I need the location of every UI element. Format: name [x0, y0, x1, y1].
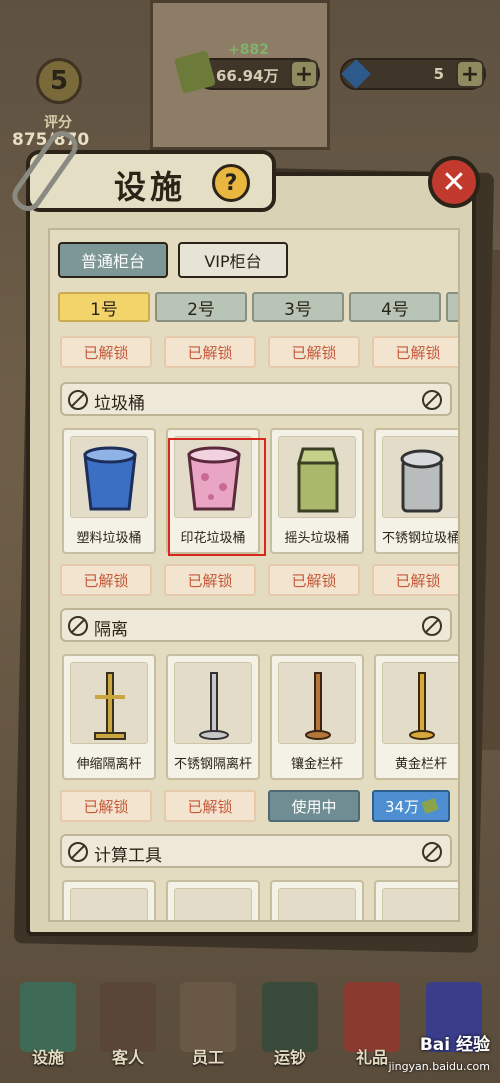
price-value: 34万	[384, 797, 420, 816]
nav-label: 运钞	[273, 1048, 306, 1067]
item-card[interactable]: 不锈钢垃圾桶	[374, 428, 460, 554]
cash-counter-icon	[382, 888, 458, 920]
add-gem-button[interactable]: +	[456, 60, 484, 88]
item-card[interactable]: 黄金栏杆	[374, 654, 458, 780]
unlock-status: 已解锁	[60, 336, 152, 368]
unlock-status: 已解锁	[164, 790, 256, 822]
panel-content: 普通柜台 VIP柜台 1号 2号 3号 4号 已解锁 已解锁 已解锁 已解锁 垃…	[48, 228, 460, 922]
page-title: 设施	[114, 168, 187, 206]
help-button[interactable]: ?	[212, 164, 250, 202]
item-name: 摇头垃圾桶	[284, 531, 350, 546]
gem-value: 5	[433, 65, 444, 83]
plastic-trash-bin-icon	[70, 436, 148, 518]
collapse-icon	[422, 616, 442, 636]
section-header-trash[interactable]: 垃圾桶	[60, 382, 452, 416]
in-use-status: 使用中	[268, 790, 360, 822]
watermark-url: jingyan.baidu.com	[388, 1060, 490, 1073]
item-card[interactable]	[270, 880, 364, 920]
counter-tab-3[interactable]: 3号	[252, 292, 344, 322]
counting-machine-icon	[278, 888, 356, 920]
unlock-status: 已解锁	[60, 790, 152, 822]
gold-railing-icon	[382, 662, 458, 744]
nav-label: 员工	[191, 1048, 224, 1067]
item-card[interactable]: 摇头垃圾桶	[270, 428, 364, 554]
rating-label: 评分	[44, 115, 72, 131]
unlock-status: 已解锁	[268, 336, 360, 368]
retractable-barrier-icon	[70, 662, 148, 744]
item-name: 黄金栏杆	[394, 757, 447, 772]
section-title: 垃圾桶	[94, 394, 145, 414]
item-card[interactable]	[62, 880, 156, 920]
watermark: Bai 经验	[419, 1035, 490, 1055]
nav-cash-transport[interactable]: 运钞	[250, 970, 330, 1083]
collapse-icon	[68, 616, 88, 636]
item-card[interactable]	[166, 880, 260, 920]
gilded-railing-icon	[278, 662, 356, 744]
add-money-button[interactable]: +	[290, 60, 318, 88]
section-header-barrier[interactable]: 隔离	[60, 608, 452, 642]
nav-customers[interactable]: 客人	[88, 970, 168, 1083]
item-name: 伸缩隔离杆	[76, 757, 142, 772]
cash-transport-icon	[262, 982, 318, 1052]
unlock-status: 已解锁	[164, 564, 256, 596]
swing-trash-bin-icon	[278, 436, 356, 518]
section-title: 隔离	[94, 620, 128, 640]
counter-tab-2[interactable]: 2号	[155, 292, 247, 322]
money-value: 66.94万	[216, 67, 279, 85]
counter-tab-more[interactable]	[446, 292, 458, 322]
item-card[interactable]: 镶金栏杆	[270, 654, 364, 780]
close-button[interactable]: ✕	[428, 156, 480, 208]
steel-barrier-icon	[174, 662, 252, 744]
money-gain: +882	[228, 42, 269, 58]
item-card[interactable]: 伸缩隔离杆	[62, 654, 156, 780]
item-card[interactable]	[374, 880, 458, 920]
item-name: 塑料垃圾桶	[76, 531, 142, 546]
item-name: 镶金栏杆	[290, 757, 343, 772]
customer-icon	[100, 982, 156, 1052]
gift-icon	[344, 982, 400, 1052]
unlock-status: 已解锁	[268, 564, 360, 596]
collapse-icon	[68, 842, 88, 862]
staff-icon	[180, 982, 236, 1052]
selection-highlight	[168, 438, 266, 556]
level-star-icon: 5	[36, 58, 82, 104]
collapse-icon	[422, 842, 442, 862]
collapse-icon	[422, 390, 442, 410]
buy-price-button[interactable]: 34万	[372, 790, 450, 822]
tab-vip-counter[interactable]: VIP柜台	[178, 242, 288, 278]
unlock-status: 已解锁	[164, 336, 256, 368]
item-name: 不锈钢垃圾桶	[381, 531, 460, 546]
steel-trash-bin-icon	[382, 436, 458, 518]
facilities-icon	[20, 982, 76, 1052]
unlock-status: 已解锁	[372, 564, 458, 596]
facilities-panel: 普通柜台 VIP柜台 1号 2号 3号 4号 已解锁 已解锁 已解锁 已解锁 垃…	[26, 172, 476, 936]
section-title: 计算工具	[94, 846, 162, 866]
item-name: 不锈钢隔离杆	[173, 757, 252, 772]
nav-staff[interactable]: 员工	[168, 970, 248, 1083]
collapse-icon	[68, 390, 88, 410]
nav-facilities[interactable]: 设施	[8, 970, 88, 1083]
counter-tab-4[interactable]: 4号	[349, 292, 441, 322]
unlock-status: 已解锁	[372, 336, 458, 368]
nav-label: 设施	[31, 1048, 64, 1067]
calculator-icon	[174, 888, 252, 920]
item-card[interactable]: 塑料垃圾桶	[62, 428, 156, 554]
nav-label: 客人	[111, 1048, 144, 1067]
item-card[interactable]: 不锈钢隔离杆	[166, 654, 260, 780]
diamond-icon	[341, 59, 371, 89]
abacus-icon	[70, 888, 148, 920]
cash-icon	[421, 797, 439, 815]
unlock-status: 已解锁	[60, 564, 152, 596]
tab-normal-counter[interactable]: 普通柜台	[58, 242, 168, 278]
counter-tab-1[interactable]: 1号	[58, 292, 150, 322]
section-header-calc-tools[interactable]: 计算工具	[60, 834, 452, 868]
